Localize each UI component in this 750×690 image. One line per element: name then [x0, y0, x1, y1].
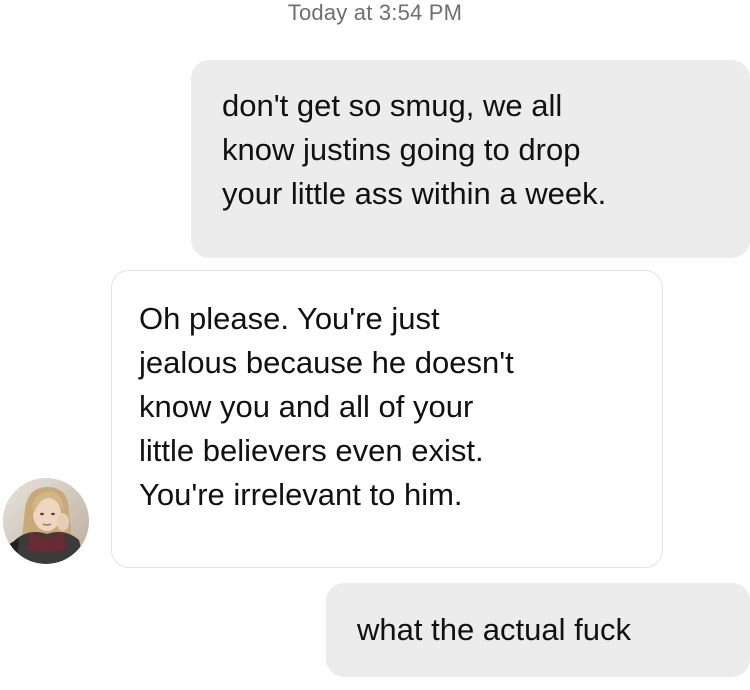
sent-message-bubble[interactable]: what the actual fuck	[326, 583, 750, 677]
avatar-photo-icon	[3, 478, 89, 564]
message-line: jealous because he doesn't	[139, 345, 514, 380]
message-line: don't get so smug, we all	[222, 88, 563, 123]
message-timestamp: Today at 3:54 PM	[287, 0, 463, 25]
message-line: know you and all of your	[139, 389, 474, 424]
message-line: what the actual fuck	[357, 612, 631, 647]
contact-avatar-icon[interactable]	[3, 478, 89, 564]
message-line: your little ass within a week.	[222, 176, 607, 211]
message-line: little believers even exist.	[139, 433, 484, 468]
sent-message-bubble[interactable]: don't get so smug, we all know justins g…	[191, 60, 750, 258]
message-line: Oh please. You're just	[139, 301, 440, 336]
received-message-bubble[interactable]: Oh please. You're just jealous because h…	[111, 270, 663, 568]
message-line: know justins going to drop	[222, 132, 581, 167]
message-line: You're irrelevant to him.	[139, 477, 463, 512]
